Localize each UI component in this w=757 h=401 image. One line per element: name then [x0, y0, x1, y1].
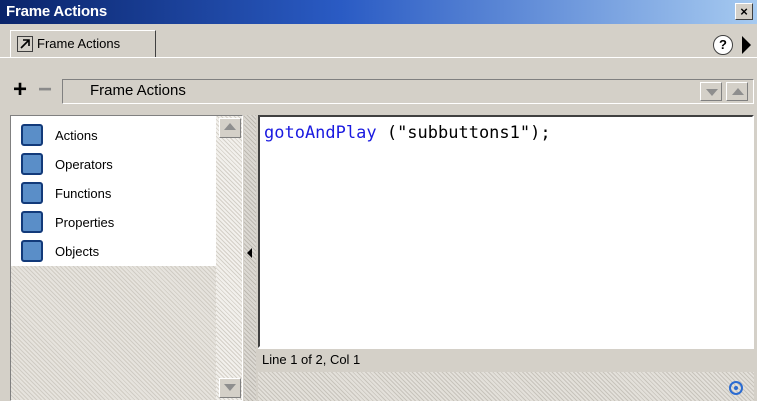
book-icon	[21, 153, 43, 175]
target-dot	[734, 386, 738, 390]
code-keyword: gotoAndPlay	[264, 123, 377, 143]
book-icon	[21, 240, 43, 262]
triangle-down-icon	[224, 384, 236, 391]
title-bar: Frame Actions ×	[0, 0, 757, 24]
scroll-up-button[interactable]	[219, 118, 241, 138]
actions-toolbox: Actions Operators Functions Properties O…	[10, 115, 243, 401]
bottom-bar	[258, 372, 754, 401]
close-button[interactable]: ×	[735, 3, 753, 20]
toolbox-item-label: Actions	[55, 128, 98, 143]
toolbox-item-label: Properties	[55, 215, 115, 230]
toolbox-item-actions[interactable]: Actions	[21, 124, 221, 148]
triangle-up-icon	[224, 123, 236, 130]
window-title: Frame Actions	[6, 3, 108, 20]
toolbox-scrollbar[interactable]	[216, 116, 242, 400]
toolbox-item-label: Functions	[55, 186, 112, 201]
toolbox-item-operators[interactable]: Operators	[21, 153, 221, 177]
toolbox-item-label: Operators	[55, 157, 113, 172]
tab-divider	[0, 57, 757, 58]
code-arguments: ("subbuttons1");	[376, 123, 551, 143]
book-icon	[21, 182, 43, 204]
toolbox-item-functions[interactable]: Functions	[21, 182, 221, 206]
code-line-1[interactable]: gotoAndPlay ("subbuttons1");	[264, 123, 551, 143]
scroll-down-button[interactable]	[219, 378, 241, 398]
help-button[interactable]: ?	[713, 35, 733, 55]
remove-statement-button[interactable]: −	[35, 78, 55, 102]
toolbox-empty-area	[11, 266, 216, 400]
tab-label: Frame Actions	[37, 36, 121, 51]
toolbox-item-properties[interactable]: Properties	[21, 211, 221, 235]
triangle-up-icon	[732, 88, 744, 95]
book-icon	[21, 211, 43, 233]
cursor-position: Line 1 of 2, Col 1	[262, 352, 361, 367]
move-down-button[interactable]	[700, 82, 722, 101]
panel-title: Frame Actions	[90, 82, 186, 99]
book-icon	[21, 124, 43, 146]
add-statement-button[interactable]: +	[10, 78, 30, 102]
tab-frame-actions[interactable]: Frame Actions	[10, 30, 156, 57]
collapse-arrow-icon[interactable]	[247, 248, 252, 258]
pane-splitter[interactable]	[244, 115, 256, 401]
toolbox-item-label: Objects	[55, 244, 100, 259]
arrow-icon	[17, 36, 33, 52]
move-up-button[interactable]	[726, 82, 748, 101]
panel-menu-arrow-icon[interactable]	[742, 36, 751, 54]
target-icon[interactable]	[729, 381, 743, 395]
triangle-down-icon	[706, 89, 718, 96]
script-editor[interactable]: gotoAndPlay ("subbuttons1");	[258, 115, 754, 348]
toolbox-item-objects[interactable]: Objects	[21, 240, 221, 264]
status-bar: Line 1 of 2, Col 1	[258, 348, 754, 372]
